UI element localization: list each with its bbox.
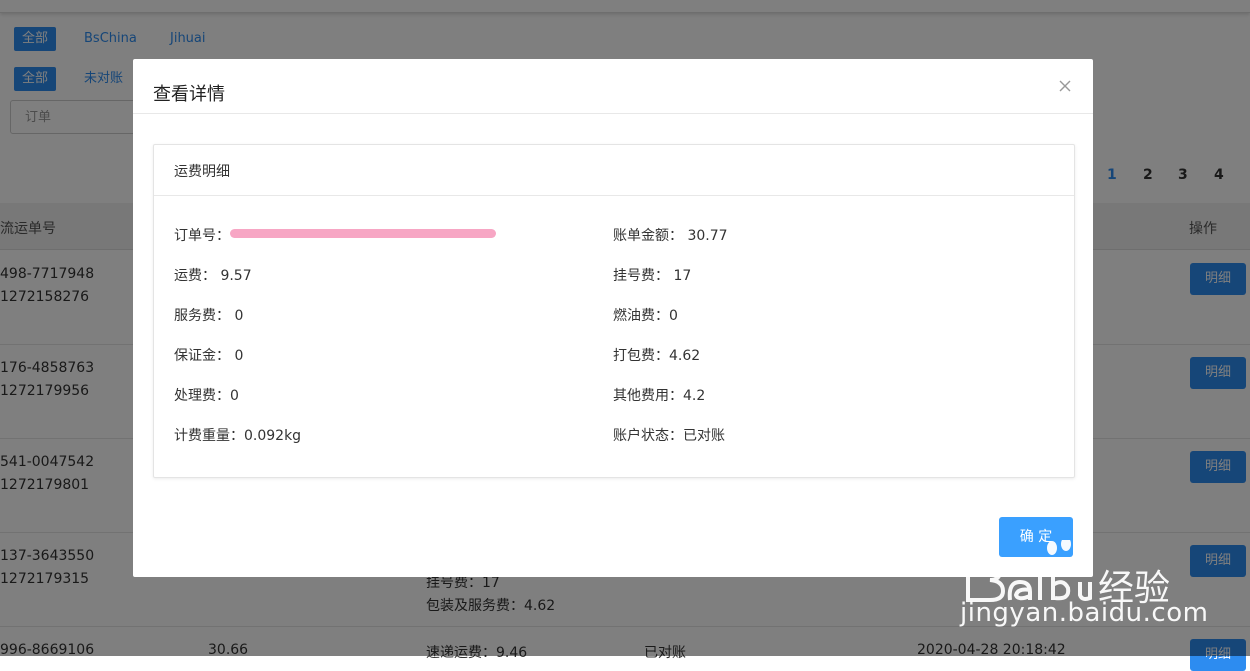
bill-amount: 账单金额： 30.77 xyxy=(613,228,728,244)
freight-detail-card: 运费明细 订单号： 账单金额： 30.77 运费： 9.57 挂号费： 17 服… xyxy=(153,144,1075,478)
redaction-scribble xyxy=(230,229,496,238)
modal-title: 查看详情 xyxy=(153,84,225,105)
packing-fee: 打包费：4.62 xyxy=(613,348,701,364)
account-status: 账户状态：已对账 xyxy=(613,428,725,444)
other-fee: 其他费用：4.2 xyxy=(613,388,706,404)
card-divider xyxy=(154,195,1074,196)
modal-header-divider xyxy=(133,113,1093,114)
fuel-fee: 燃油费：0 xyxy=(613,308,678,324)
card-title: 运费明细 xyxy=(174,164,230,180)
watermark-url: jingyan.baidu.com xyxy=(960,598,1209,628)
deposit: 保证金： 0 xyxy=(174,348,244,364)
service-fee: 服务费： 0 xyxy=(174,308,244,324)
billing-weight: 计费重量：0.092kg xyxy=(174,428,302,444)
registration-fee: 挂号费： 17 xyxy=(613,268,692,284)
detail-modal: 查看详情 运费明细 订单号： 账单金额： 30.77 运费： 9.57 挂号费：… xyxy=(133,59,1093,577)
close-icon[interactable] xyxy=(1055,76,1075,96)
freight: 运费： 9.57 xyxy=(174,268,252,284)
order-number-label: 订单号： xyxy=(174,228,230,244)
handling-fee: 处理费：0 xyxy=(174,388,239,404)
